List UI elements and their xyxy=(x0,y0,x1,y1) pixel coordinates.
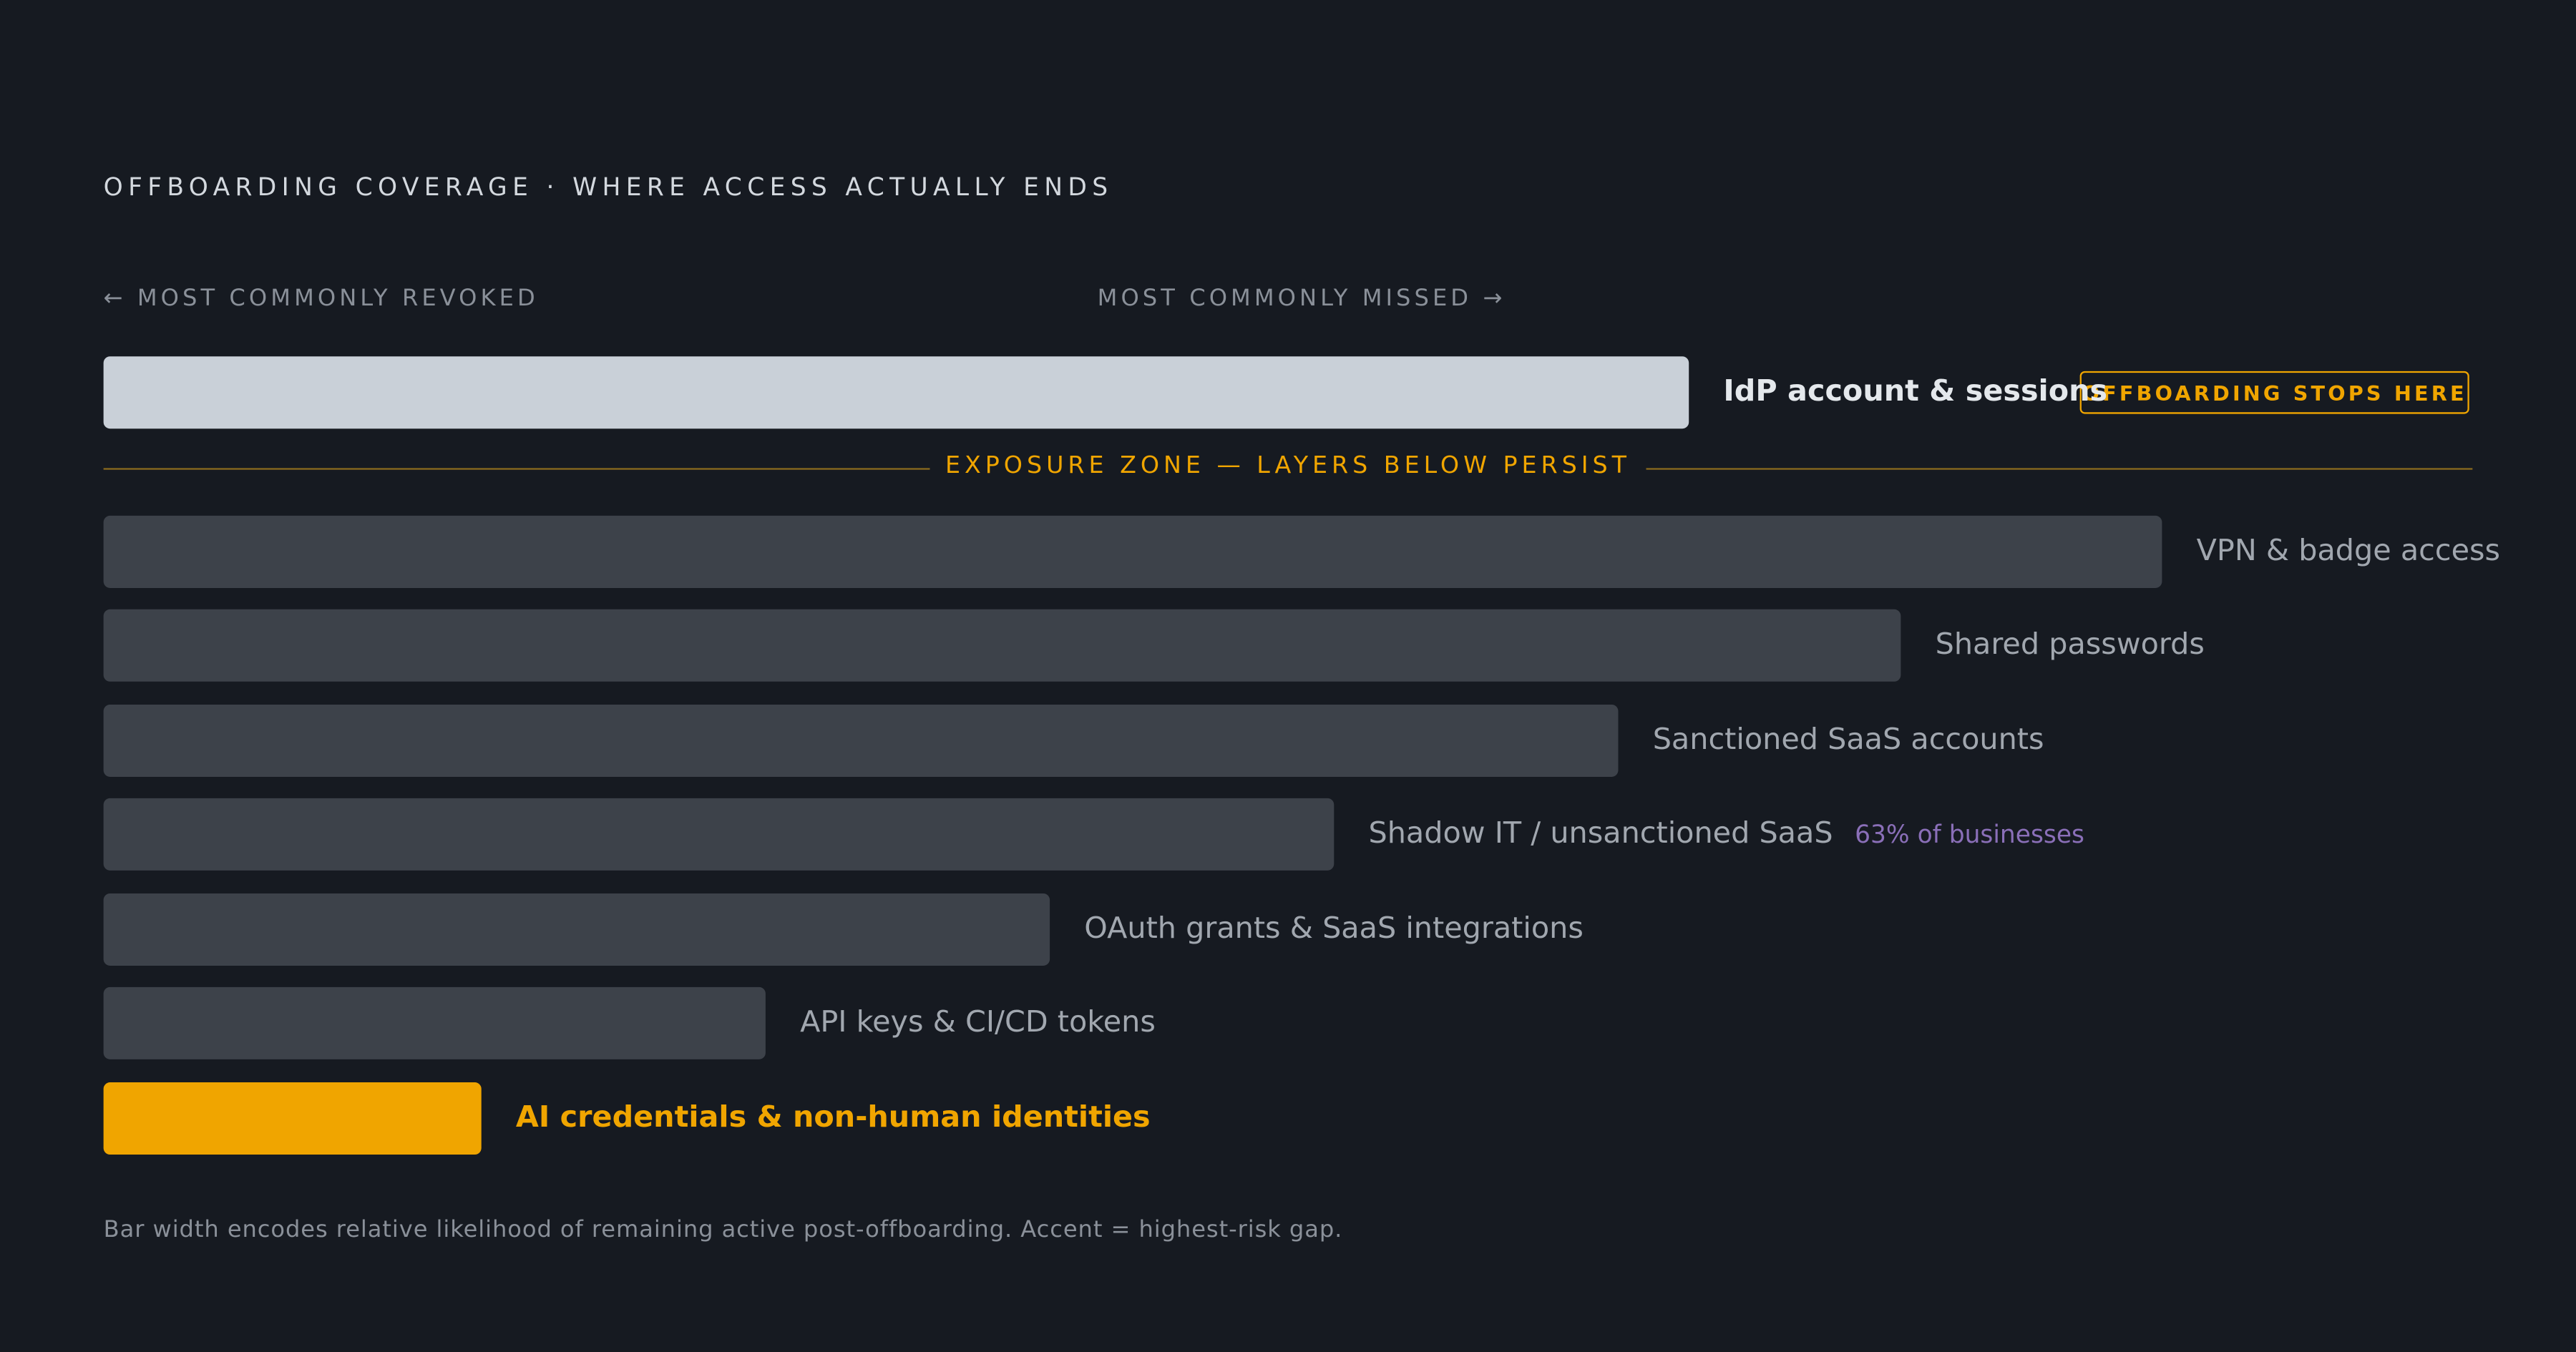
direction-label-right: MOST COMMONLY MISSED → xyxy=(1097,285,1506,313)
offboarding-stops-badge: OFFBOARDING STOPS HERE xyxy=(2079,371,2469,414)
direction-label-left: ← MOST COMMONLY REVOKED xyxy=(103,285,539,313)
bar-5 xyxy=(103,893,1050,966)
bar-label-1: VPN & badge access xyxy=(2196,534,2501,569)
bar-6 xyxy=(103,986,766,1059)
exposure-zone-line-left xyxy=(103,468,930,470)
chart-title: OFFBOARDING COVERAGE · WHERE ACCESS ACTU… xyxy=(103,172,1113,202)
bar-2 xyxy=(103,609,1901,682)
bar-0 xyxy=(103,356,1689,429)
bar-label-6: API keys & CI/CD tokens xyxy=(800,1005,1156,1040)
bar-1 xyxy=(103,515,2162,588)
bar-label-5: OAuth grants & SaaS integrations xyxy=(1084,911,1584,946)
bar-4 xyxy=(103,798,1335,871)
bar-3 xyxy=(103,704,1619,777)
bar-7 xyxy=(103,1082,482,1155)
chart-canvas: OFFBOARDING COVERAGE · WHERE ACCESS ACTU… xyxy=(0,0,2576,1352)
bar-label-3: Sanctioned SaaS accounts xyxy=(1652,722,2044,758)
bar-label-2: Shared passwords xyxy=(1935,627,2205,662)
bar-label-0: IdP account & sessions xyxy=(1723,374,2108,409)
bar-label-7: AI credentials & non-human identities xyxy=(515,1100,1151,1135)
footnote: Bar width encodes relative likelihood of… xyxy=(103,1217,1343,1244)
exposure-zone-label: EXPOSURE ZONE — LAYERS BELOW PERSIST xyxy=(945,453,1631,480)
exposure-zone-line-right xyxy=(1646,468,2473,470)
bar-annotation: 63% of businesses xyxy=(1855,819,2084,849)
bar-label-4: Shadow IT / unsanctioned SaaS xyxy=(1368,816,1833,851)
